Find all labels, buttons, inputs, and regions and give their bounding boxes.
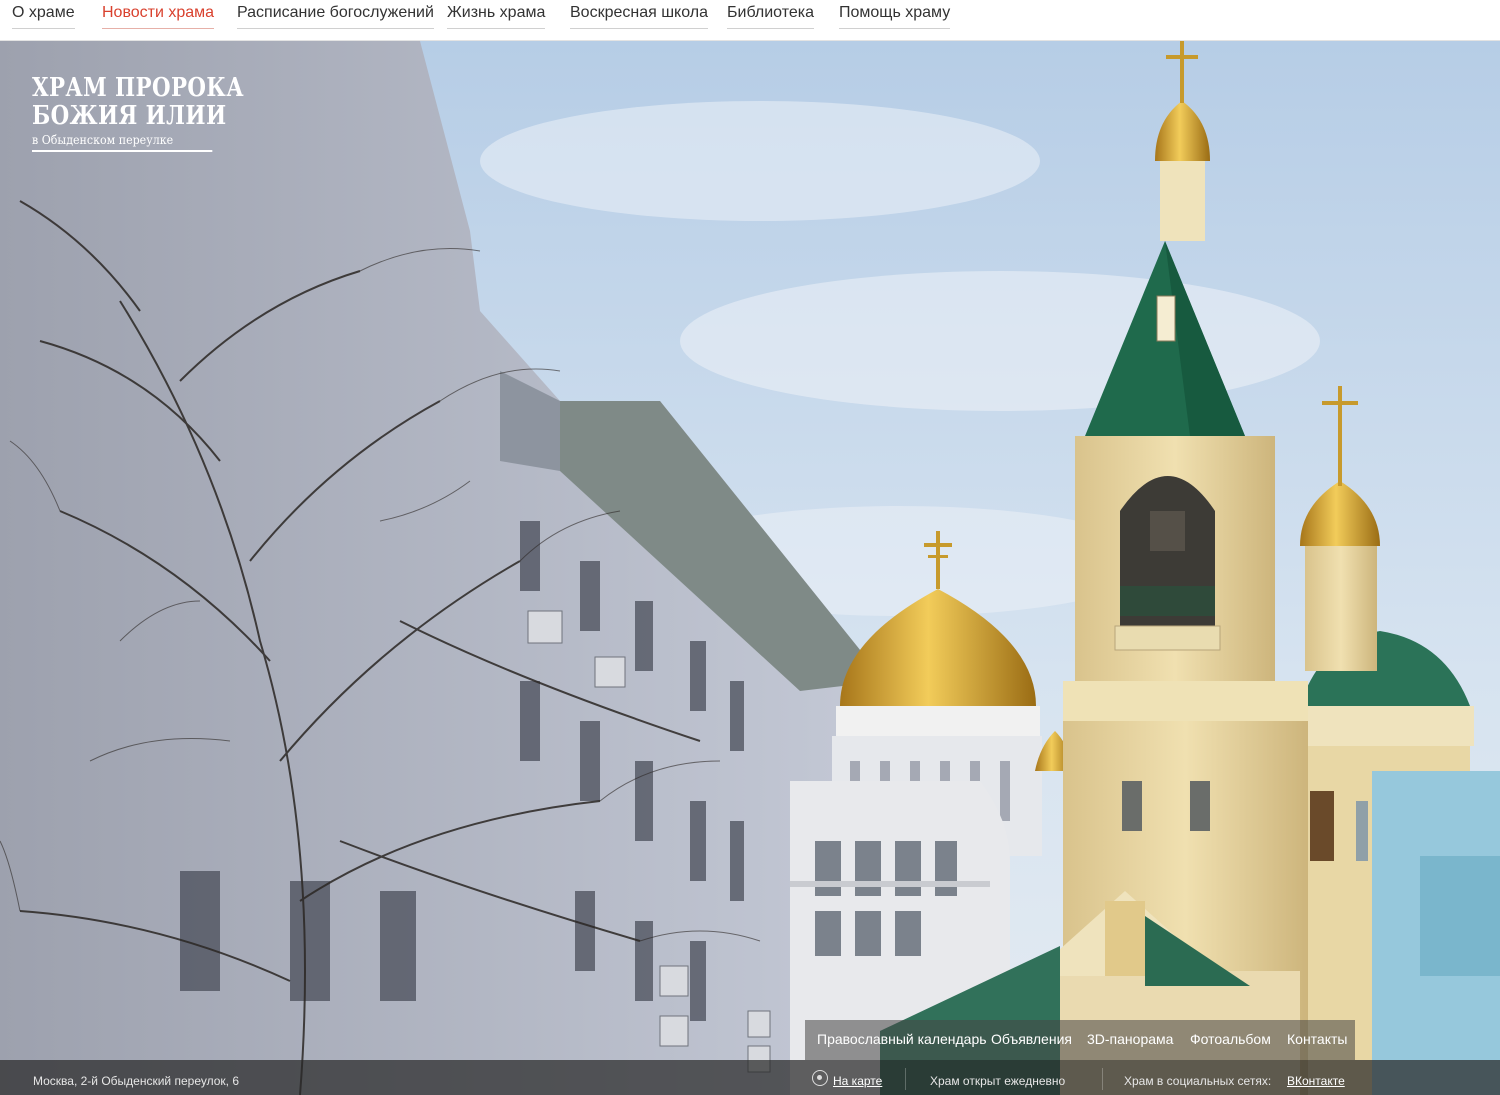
footer-address: Москва, 2-й Обыденский переулок, 6 (33, 1074, 239, 1088)
logo-line-2: Божия Илии (32, 101, 227, 131)
submenu-contacts[interactable]: Контакты (1287, 1031, 1347, 1047)
nav-schedule[interactable]: Расписание богослужений (237, 4, 434, 29)
submenu-photo-album[interactable]: Фотоальбом (1190, 1031, 1271, 1047)
footer-vk-link[interactable]: ВКонтакте (1287, 1074, 1345, 1088)
nav-library[interactable]: Библиотека (727, 4, 814, 29)
hero-scene (0, 41, 1500, 1095)
footer-map-link[interactable]: На карте (833, 1074, 882, 1088)
top-navigation: О храме Новости храма Расписание богослу… (0, 0, 1500, 41)
footer-divider (905, 1068, 906, 1090)
footer-bar: Москва, 2-й Обыденский переулок, 6 На ка… (0, 1060, 1500, 1095)
logo-line-3: в Обыденском переулке (32, 132, 213, 152)
submenu-3d-panorama[interactable]: 3D-панорама (1087, 1031, 1173, 1047)
nav-about[interactable]: О храме (12, 4, 75, 29)
submenu-announcements[interactable]: Объявления (991, 1031, 1072, 1047)
secondary-menu: Православный календарь Объявления 3D-пан… (805, 1020, 1355, 1060)
footer-open-daily: Храм открыт ежедневно (930, 1074, 1066, 1088)
submenu-calendar[interactable]: Православный календарь (817, 1031, 987, 1047)
site-logo[interactable]: Храм Пророка Божия Илии в Обыденском пер… (32, 73, 244, 152)
footer-divider (1102, 1068, 1103, 1090)
nav-news[interactable]: Новости храма (102, 4, 215, 29)
logo-line-1: Храм Пророка (32, 73, 244, 103)
nav-help[interactable]: Помощь храму (839, 4, 951, 29)
map-pin-icon[interactable] (812, 1070, 828, 1086)
footer-social-label: Храм в социальных сетях: (1124, 1074, 1272, 1088)
hero-photo (0, 41, 1500, 1095)
nav-sunday-school[interactable]: Воскресная школа (570, 4, 709, 29)
nav-life[interactable]: Жизнь храма (447, 4, 546, 29)
